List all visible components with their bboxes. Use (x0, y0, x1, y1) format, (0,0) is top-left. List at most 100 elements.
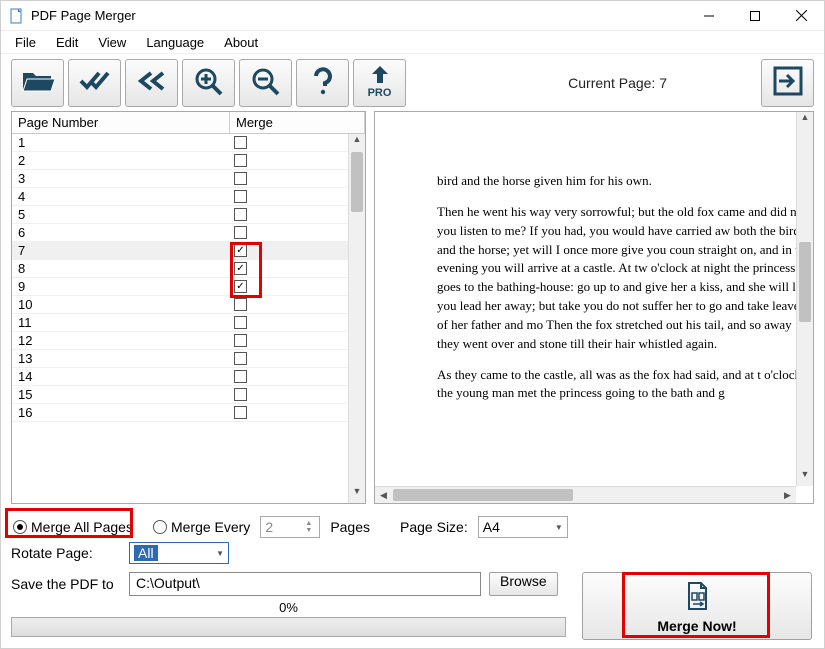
page-number-cell: 16 (12, 405, 230, 420)
preview-scrollbar-horizontal[interactable]: ◀ ▶ (375, 486, 796, 503)
table-row[interactable]: 3 (12, 170, 348, 188)
merge-now-label: Merge Now! (657, 618, 736, 634)
merge-checkbox[interactable] (234, 334, 247, 347)
table-row[interactable]: 16 (12, 404, 348, 422)
preview-paragraph: As they came to the castle, all was as t… (437, 366, 813, 404)
merge-checkbox[interactable] (234, 406, 247, 419)
preview-panel: bird and the horse given him for his own… (374, 111, 814, 504)
chevron-down-icon: ▼ (216, 549, 224, 558)
merge-checkbox[interactable] (234, 154, 247, 167)
save-path-value: C:\Output\ (136, 575, 200, 591)
page-number-cell: 15 (12, 387, 230, 402)
double-check-icon (78, 67, 112, 98)
scrollbar-vertical[interactable]: ▲ ▼ (348, 134, 365, 503)
browse-label: Browse (500, 573, 547, 589)
page-number-cell: 7 (12, 243, 230, 258)
zoom-in-button[interactable] (182, 59, 235, 107)
table-row[interactable]: 10 (12, 296, 348, 314)
help-button[interactable] (296, 59, 349, 107)
merge-checkbox[interactable]: ✓ (234, 280, 247, 293)
check-all-button[interactable] (68, 59, 121, 107)
pro-label: PRO (368, 87, 392, 99)
rotate-row: Rotate Page: All ▼ (1, 540, 824, 566)
page-number-cell: 13 (12, 351, 230, 366)
scrollbar-thumb[interactable] (799, 242, 811, 322)
export-arrow-icon (771, 64, 805, 101)
pro-button[interactable]: PRO (353, 59, 406, 107)
col-merge[interactable]: Merge (230, 112, 365, 133)
table-row[interactable]: 14 (12, 368, 348, 386)
main-area: Page Number Merge 1234567✓8✓9✓1011121314… (1, 111, 824, 510)
page-number-cell: 11 (12, 315, 230, 330)
minimize-button[interactable] (686, 1, 732, 30)
close-button[interactable] (778, 1, 824, 30)
rotate-value: All (134, 545, 158, 561)
menubar: File Edit View Language About (1, 31, 824, 53)
merge-checkbox[interactable] (234, 208, 247, 221)
merge-checkbox[interactable]: ✓ (234, 262, 247, 275)
zoom-out-button[interactable] (239, 59, 292, 107)
merge-checkbox[interactable] (234, 370, 247, 383)
page-number-cell: 5 (12, 207, 230, 222)
maximize-button[interactable] (732, 1, 778, 30)
col-page-number[interactable]: Page Number (12, 112, 230, 133)
merge-checkbox[interactable] (234, 298, 247, 311)
page-size-label: Page Size: (400, 519, 468, 535)
menu-view[interactable]: View (88, 33, 136, 52)
merge-checkbox[interactable] (234, 226, 247, 239)
undo-button[interactable] (125, 59, 178, 107)
merge-checkbox[interactable] (234, 172, 247, 185)
browse-button[interactable]: Browse (489, 572, 558, 596)
page-size-value: A4 (483, 519, 500, 535)
scrollbar-thumb[interactable] (393, 489, 573, 501)
folder-open-icon (21, 67, 55, 98)
page-number-cell: 1 (12, 135, 230, 150)
app-icon (9, 8, 25, 24)
radio-merge-all[interactable]: Merge All Pages (13, 519, 133, 535)
merge-checkbox[interactable]: ✓ (234, 244, 247, 257)
zoom-out-icon (249, 66, 283, 99)
preview-scrollbar-vertical[interactable]: ▲ ▼ (796, 112, 813, 486)
export-button[interactable] (761, 59, 814, 107)
app-window: PDF Page Merger File Edit View Language … (0, 0, 825, 649)
page-size-select[interactable]: A4 ▼ (478, 516, 568, 538)
current-page-label: Current Page: 7 (568, 75, 667, 91)
merge-checkbox[interactable] (234, 190, 247, 203)
table-row[interactable]: 11 (12, 314, 348, 332)
table-row[interactable]: 12 (12, 332, 348, 350)
table-row[interactable]: 5 (12, 206, 348, 224)
radio-merge-every[interactable]: Merge Every (153, 519, 250, 535)
table-header: Page Number Merge (12, 112, 365, 134)
merge-cell (230, 388, 290, 401)
save-path-input[interactable]: C:\Output\ (129, 572, 481, 596)
menu-file[interactable]: File (5, 33, 46, 52)
pages-label: Pages (330, 519, 370, 535)
radio-merge-all-label: Merge All Pages (31, 519, 133, 535)
scrollbar-thumb[interactable] (351, 152, 363, 212)
menu-about[interactable]: About (214, 33, 268, 52)
menu-language[interactable]: Language (136, 33, 214, 52)
merge-now-button[interactable]: Merge Now! (582, 572, 812, 640)
merge-checkbox[interactable] (234, 388, 247, 401)
table-row[interactable]: 7✓ (12, 242, 348, 260)
rotate-select[interactable]: All ▼ (129, 542, 229, 564)
merge-every-input[interactable]: 2 ▲▼ (260, 516, 320, 538)
open-button[interactable] (11, 59, 64, 107)
merge-checkbox[interactable] (234, 136, 247, 149)
page-number-cell: 3 (12, 171, 230, 186)
table-row[interactable]: 6 (12, 224, 348, 242)
merge-checkbox[interactable] (234, 316, 247, 329)
chevron-down-icon: ▼ (555, 523, 563, 532)
window-title: PDF Page Merger (31, 8, 136, 23)
table-row[interactable]: 2 (12, 152, 348, 170)
table-row[interactable]: 4 (12, 188, 348, 206)
merge-cell (230, 334, 290, 347)
table-row[interactable]: 13 (12, 350, 348, 368)
radio-icon (13, 520, 27, 534)
table-row[interactable]: 8✓ (12, 260, 348, 278)
table-row[interactable]: 1 (12, 134, 348, 152)
table-row[interactable]: 9✓ (12, 278, 348, 296)
table-row[interactable]: 15 (12, 386, 348, 404)
merge-checkbox[interactable] (234, 352, 247, 365)
menu-edit[interactable]: Edit (46, 33, 88, 52)
